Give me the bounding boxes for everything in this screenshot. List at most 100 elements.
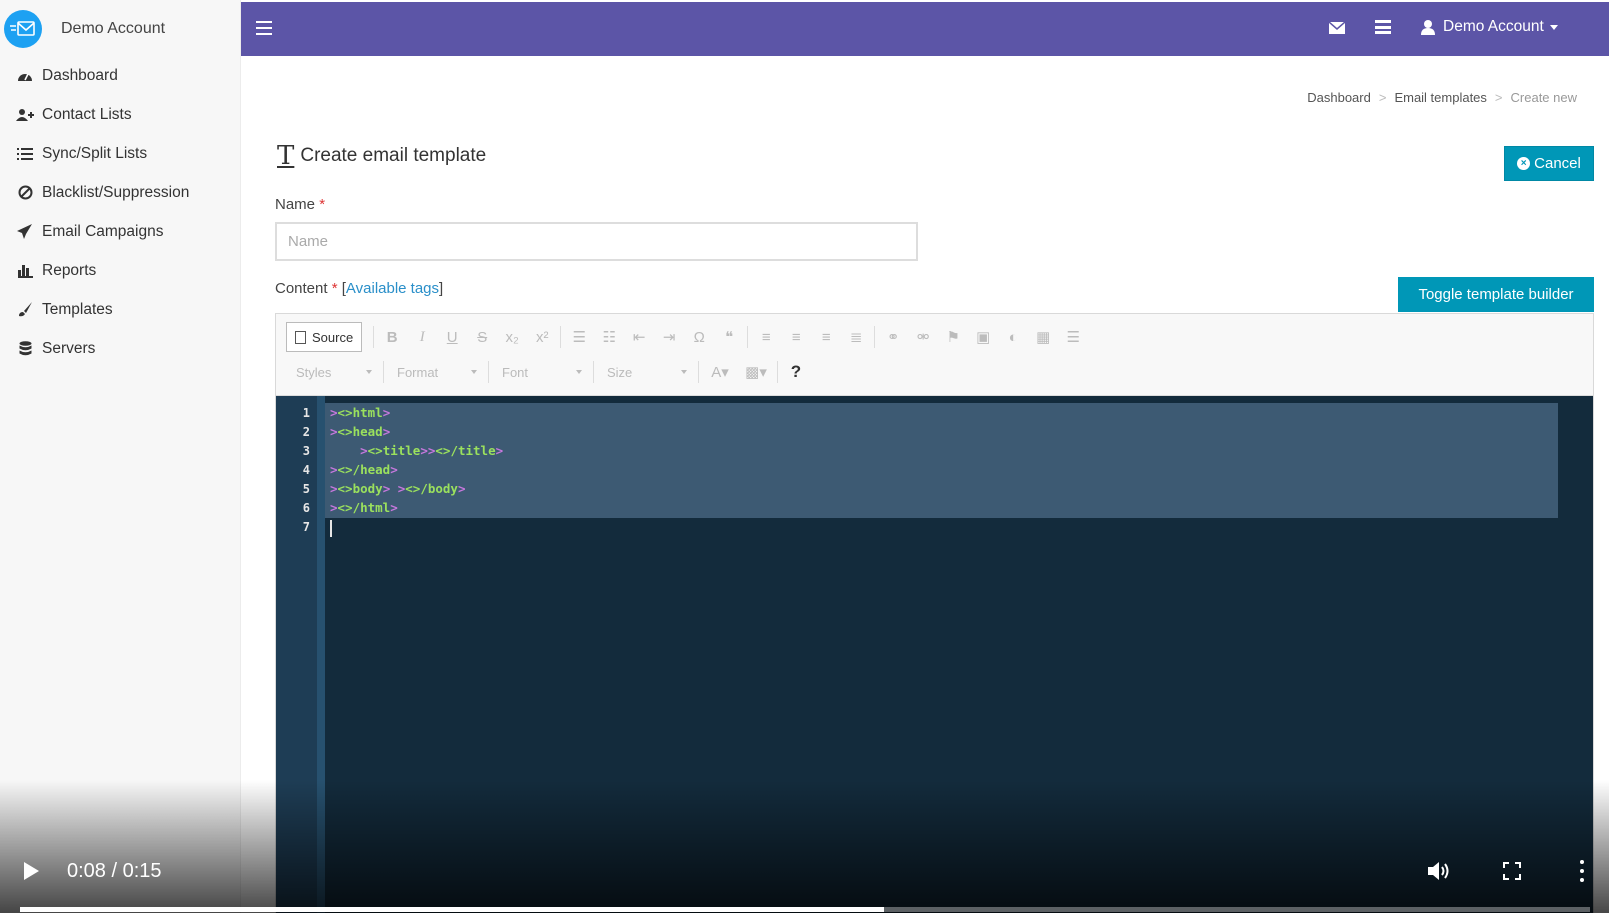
special-character-icon[interactable]: Ω bbox=[684, 323, 714, 351]
video-controls-overlay bbox=[0, 780, 1609, 913]
subscript-icon[interactable]: x₂ bbox=[497, 323, 527, 351]
cancel-button-label: Cancel bbox=[1534, 155, 1581, 172]
sidebar-item-email-campaigns[interactable]: Email Campaigns bbox=[0, 212, 241, 251]
cancel-button[interactable]: × Cancel bbox=[1504, 146, 1594, 181]
envelope-logo-icon bbox=[4, 10, 42, 48]
required-mark: * bbox=[319, 196, 326, 213]
sidebar-item-reports[interactable]: Reports bbox=[0, 251, 241, 290]
mail-icon[interactable] bbox=[1328, 21, 1346, 39]
toolbar-separator bbox=[593, 361, 594, 383]
volume-icon[interactable] bbox=[1428, 860, 1454, 887]
user-icon bbox=[1421, 19, 1435, 35]
increase-indent-icon[interactable]: ⇥ bbox=[654, 323, 684, 351]
align-center-icon[interactable]: ≡ bbox=[781, 323, 811, 351]
link-icon[interactable]: ⚭ bbox=[878, 323, 908, 351]
line-number: 1 bbox=[302, 406, 310, 420]
code-line: ><>title>><>/title> bbox=[360, 443, 504, 458]
decrease-indent-icon[interactable]: ⇤ bbox=[624, 323, 654, 351]
users-add-icon bbox=[16, 106, 34, 124]
content-label-text: Content bbox=[275, 280, 328, 297]
sidebar-item-dashboard[interactable]: Dashboard bbox=[0, 56, 241, 95]
video-progress-bar[interactable] bbox=[20, 907, 1590, 912]
video-progress-fill bbox=[20, 907, 884, 912]
more-options-icon[interactable] bbox=[1580, 860, 1585, 882]
align-right-icon[interactable]: ≡ bbox=[811, 323, 841, 351]
toolbar-separator bbox=[777, 361, 778, 383]
paper-plane-icon bbox=[16, 223, 34, 241]
sidebar-item-label: Sync/Split Lists bbox=[42, 144, 148, 162]
toolbar-separator bbox=[373, 326, 375, 348]
page-title-text: Create email template bbox=[300, 145, 487, 166]
image-icon[interactable]: ▣ bbox=[968, 323, 998, 351]
sidebar-item-label: Dashboard bbox=[42, 66, 118, 84]
line-number: 3 bbox=[302, 444, 310, 458]
source-button[interactable]: Source bbox=[286, 322, 363, 352]
toolbar-separator bbox=[488, 361, 489, 383]
anchor-flag-icon[interactable]: ⚑ bbox=[938, 323, 968, 351]
name-input[interactable] bbox=[275, 222, 918, 261]
styles-dropdown[interactable]: Styles bbox=[286, 359, 380, 385]
justify-icon[interactable]: ≣ bbox=[841, 323, 871, 351]
sidebar-item-servers[interactable]: Servers bbox=[0, 329, 241, 368]
text-selection bbox=[325, 403, 1558, 518]
top-navbar: Demo Account bbox=[241, 2, 1609, 56]
brand-name: Demo Account bbox=[61, 20, 166, 37]
toolbar-separator bbox=[560, 326, 562, 348]
horizontal-rule-icon[interactable]: ☰ bbox=[1058, 323, 1088, 351]
unlink-icon[interactable]: ⚮ bbox=[908, 323, 938, 351]
play-icon[interactable] bbox=[24, 862, 39, 880]
superscript-icon[interactable]: x² bbox=[527, 323, 557, 351]
bulleted-list-icon[interactable]: ☷ bbox=[594, 323, 624, 351]
toggle-template-builder-button[interactable]: Toggle template builder bbox=[1398, 277, 1594, 312]
dashboard-icon bbox=[16, 67, 34, 85]
list-icon bbox=[16, 145, 34, 163]
tasks-list-icon[interactable] bbox=[1375, 20, 1391, 34]
help-button[interactable]: ? bbox=[781, 358, 811, 386]
sidebar-item-templates[interactable]: Templates bbox=[0, 290, 241, 329]
numbered-list-icon[interactable]: ☰ bbox=[564, 323, 594, 351]
underline-icon[interactable]: U bbox=[437, 323, 467, 351]
caret-down-icon bbox=[1549, 24, 1558, 30]
line-number: 4 bbox=[302, 463, 310, 477]
menu-toggle-icon[interactable] bbox=[256, 21, 272, 35]
sidebar-item-label: Blacklist/Suppression bbox=[42, 183, 190, 201]
toolbar-separator bbox=[698, 361, 699, 383]
text-cursor-icon: T bbox=[277, 141, 295, 171]
align-left-icon[interactable]: ≡ bbox=[751, 323, 781, 351]
breadcrumb-dashboard[interactable]: Dashboard bbox=[1307, 90, 1371, 105]
background-color-icon[interactable]: ▩▾ bbox=[738, 358, 774, 386]
chevron-down-icon bbox=[576, 370, 582, 374]
available-tags-link[interactable]: Available tags bbox=[346, 280, 439, 297]
sidebar-item-label: Templates bbox=[42, 300, 113, 318]
name-label-text: Name bbox=[275, 196, 316, 213]
text-cursor bbox=[330, 520, 332, 537]
user-menu[interactable]: Demo Account bbox=[1421, 18, 1558, 36]
sidebar-item-sync-split-lists[interactable]: Sync/Split Lists bbox=[0, 134, 241, 173]
sidebar: Demo Account Dashboard Contact Lists Syn… bbox=[0, 0, 241, 913]
user-name: Demo Account bbox=[1443, 18, 1544, 35]
italic-icon[interactable]: I bbox=[407, 323, 437, 351]
chevron-down-icon bbox=[471, 370, 477, 374]
text-color-icon[interactable]: A▾ bbox=[702, 358, 738, 386]
breadcrumb-separator: > bbox=[1378, 90, 1387, 105]
size-dropdown[interactable]: Size bbox=[597, 359, 695, 385]
bold-icon[interactable]: B bbox=[377, 323, 407, 351]
code-line: ><>head> bbox=[330, 424, 391, 439]
font-dropdown[interactable]: Font bbox=[492, 359, 590, 385]
brand[interactable]: Demo Account bbox=[0, 0, 241, 58]
strikethrough-icon[interactable]: S bbox=[467, 323, 497, 351]
ban-icon bbox=[16, 184, 34, 202]
line-number: 7 bbox=[302, 520, 310, 534]
blockquote-icon[interactable]: ❝ bbox=[714, 323, 744, 351]
sidebar-item-contact-lists[interactable]: Contact Lists bbox=[0, 95, 241, 134]
sidebar-item-label: Servers bbox=[42, 339, 96, 357]
format-dropdown[interactable]: Format bbox=[387, 359, 485, 385]
table-icon[interactable]: ▦ bbox=[1028, 323, 1058, 351]
breadcrumb-email-templates[interactable]: Email templates bbox=[1394, 90, 1486, 105]
flash-icon[interactable]: ◐ bbox=[998, 323, 1028, 351]
content-label: Content * [Available tags] bbox=[275, 280, 444, 297]
toolbar-separator bbox=[747, 326, 749, 348]
fullscreen-icon[interactable] bbox=[1503, 862, 1521, 880]
sidebar-item-blacklist-suppression[interactable]: Blacklist/Suppression bbox=[0, 173, 241, 212]
bar-chart-icon bbox=[16, 262, 34, 280]
